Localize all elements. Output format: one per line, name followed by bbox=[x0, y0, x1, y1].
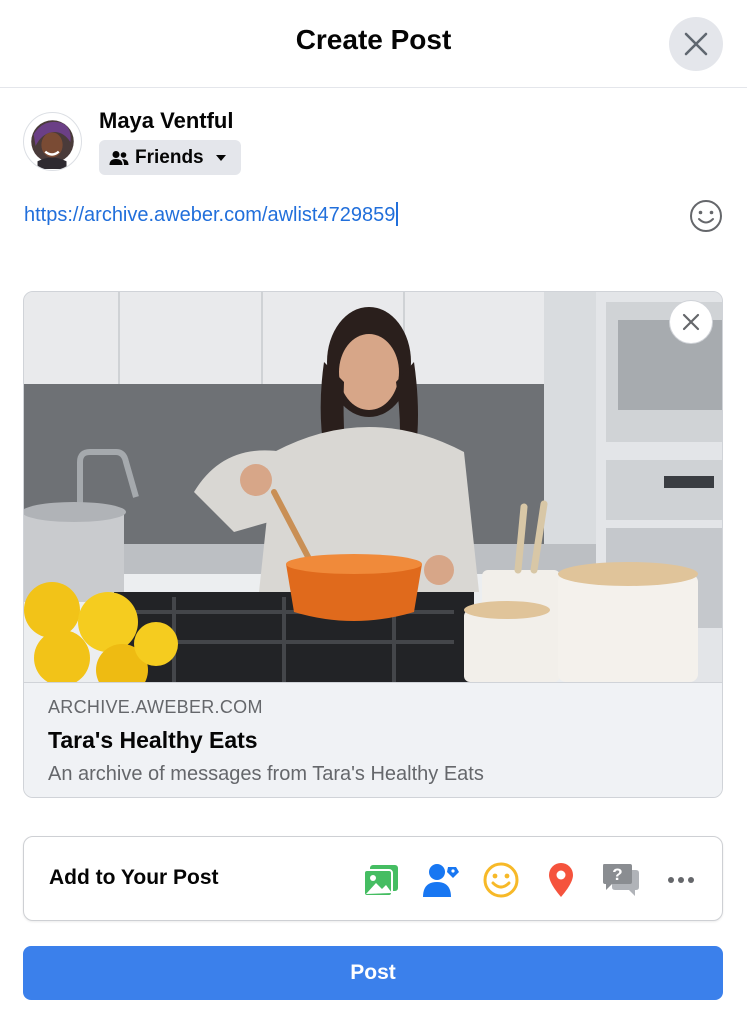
check-in-icon bbox=[549, 863, 573, 897]
preview-title: Tara's Healthy Eats bbox=[48, 727, 258, 753]
post-button[interactable]: Post bbox=[23, 946, 723, 1000]
post-text-value: https://archive.aweber.com/awlist4729859 bbox=[24, 204, 396, 226]
friends-icon bbox=[109, 150, 129, 165]
preview-image bbox=[24, 292, 722, 682]
emoji-picker-button[interactable] bbox=[689, 199, 723, 233]
audience-label: Friends bbox=[135, 146, 204, 168]
close-icon bbox=[684, 32, 708, 56]
check-in-button[interactable] bbox=[540, 859, 582, 901]
feeling-activity-icon bbox=[483, 862, 519, 898]
add-to-post-bar: Add to Your Post ? bbox=[23, 836, 723, 921]
ask-question-button[interactable]: ? bbox=[600, 859, 642, 901]
ask-question-icon: ? bbox=[603, 864, 639, 896]
audience-selector[interactable]: Friends bbox=[99, 140, 241, 175]
close-icon bbox=[682, 313, 700, 331]
text-cursor bbox=[396, 202, 399, 226]
photo-video-button[interactable] bbox=[360, 859, 402, 901]
add-to-post-label: Add to Your Post bbox=[49, 866, 219, 889]
preview-description: An archive of messages from Tara's Healt… bbox=[48, 763, 484, 785]
dialog-header: Create Post bbox=[0, 0, 747, 88]
smiley-icon bbox=[690, 200, 722, 232]
link-preview-card[interactable]: ARCHIVE.AWEBER.COM Tara's Healthy Eats A… bbox=[23, 291, 723, 798]
remove-preview-button[interactable] bbox=[669, 300, 713, 344]
feeling-activity-button[interactable] bbox=[480, 859, 522, 901]
more-options-button[interactable] bbox=[660, 859, 702, 901]
more-icon bbox=[668, 877, 694, 883]
post-button-label: Post bbox=[350, 961, 396, 984]
svg-text:?: ? bbox=[612, 865, 622, 884]
post-text-input[interactable]: https://archive.aweber.com/awlist4729859 bbox=[24, 202, 399, 227]
tag-people-icon bbox=[423, 864, 459, 897]
preview-meta: ARCHIVE.AWEBER.COM Tara's Healthy Eats A… bbox=[24, 682, 722, 797]
preview-domain: ARCHIVE.AWEBER.COM bbox=[48, 697, 263, 717]
dialog-title: Create Post bbox=[295, 24, 452, 55]
caret-down-icon bbox=[215, 154, 226, 161]
tag-people-button[interactable] bbox=[420, 859, 462, 901]
avatar bbox=[23, 112, 82, 171]
user-name: Maya Ventful bbox=[99, 108, 234, 133]
close-button[interactable] bbox=[669, 17, 723, 71]
photo-video-icon bbox=[363, 865, 398, 897]
